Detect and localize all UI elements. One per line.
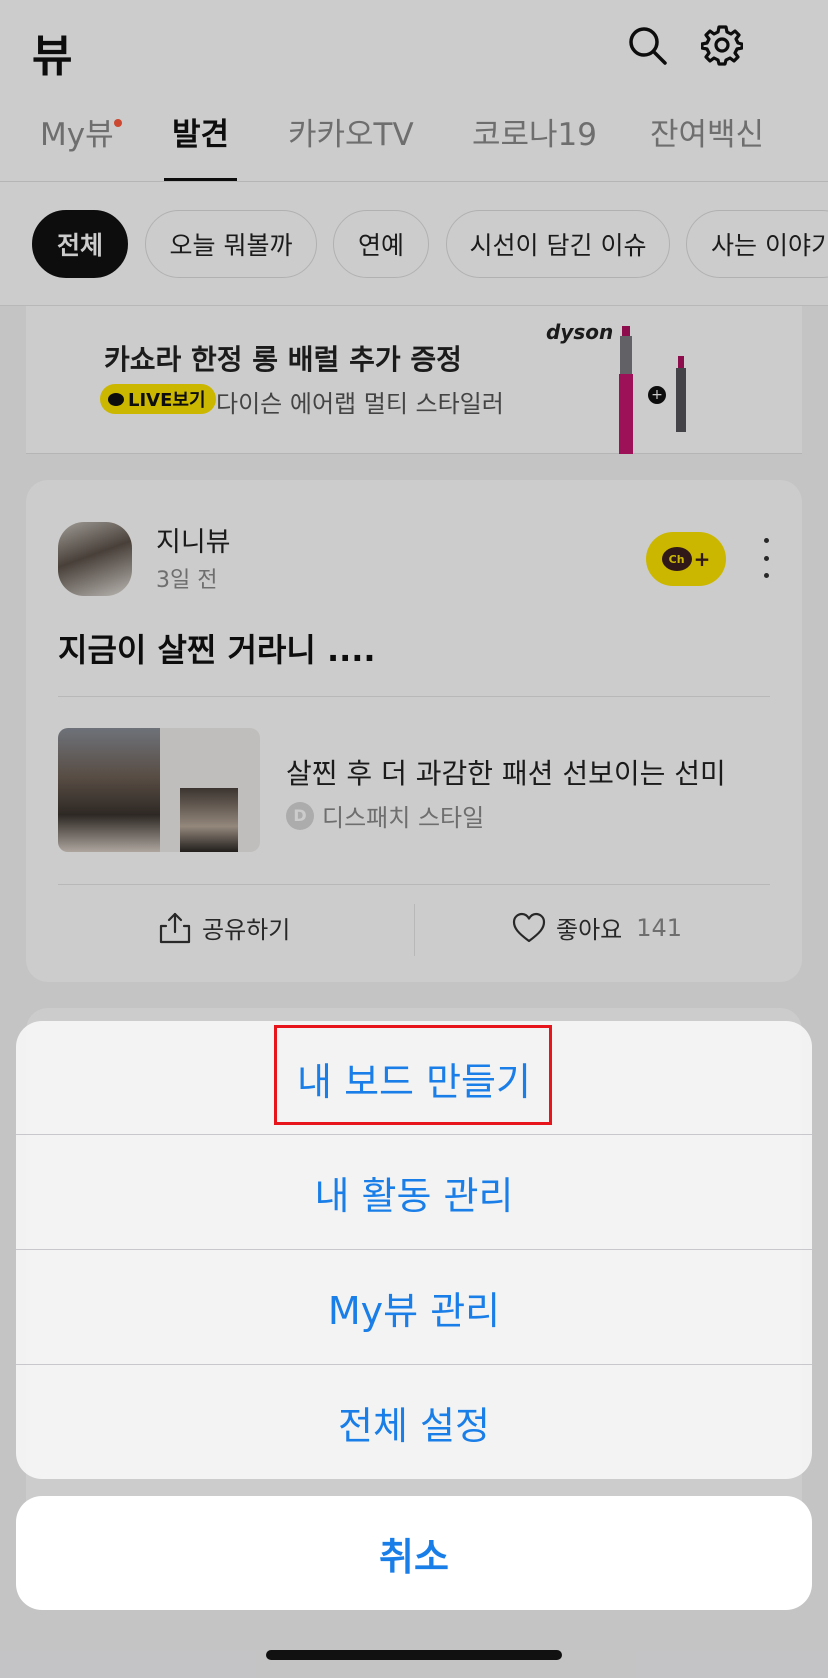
option-label: 내 활동 관리 — [314, 1173, 514, 1218]
manage-my-view-option[interactable]: My뷰 관리 — [16, 1250, 812, 1364]
manage-activity-option[interactable]: 내 활동 관리 — [16, 1135, 812, 1249]
option-label: 전체 설정 — [338, 1403, 490, 1448]
home-indicator[interactable] — [266, 1650, 562, 1660]
action-sheet: 내 보드 만들기 내 활동 관리 My뷰 관리 전체 설정 — [16, 1021, 812, 1479]
highlight-box — [274, 1025, 552, 1125]
cancel-button[interactable]: 취소 — [16, 1496, 812, 1610]
all-settings-option[interactable]: 전체 설정 — [16, 1365, 812, 1479]
option-label: My뷰 관리 — [327, 1288, 501, 1333]
